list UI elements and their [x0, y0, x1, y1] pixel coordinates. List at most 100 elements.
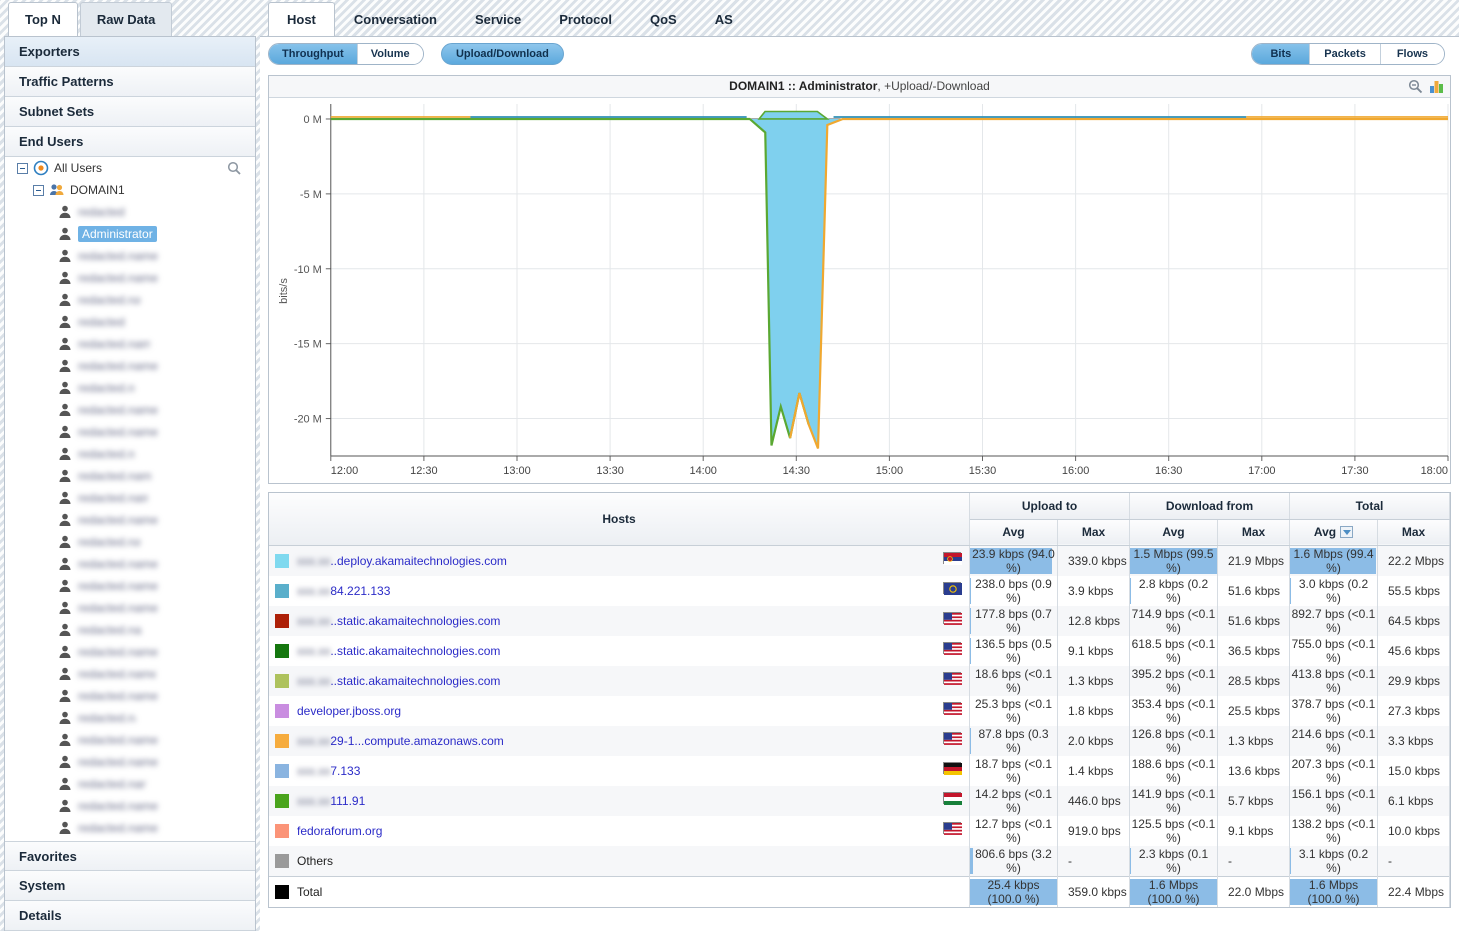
tab-protocol[interactable]: Protocol: [540, 2, 631, 36]
host-name[interactable]: ..static.akamaitechnologies.com: [330, 644, 500, 658]
col-download-max[interactable]: Max: [1217, 519, 1290, 546]
sidebar-section-traffic-patterns[interactable]: Traffic Patterns: [5, 67, 255, 97]
cell-host[interactable]: xxx.xx111.91: [269, 785, 970, 816]
tree-node-user[interactable]: redacted.name: [5, 619, 255, 641]
tree-node-user[interactable]: redacted.name: [5, 355, 255, 377]
pill-packets[interactable]: Packets: [1310, 44, 1381, 64]
tree-node-user[interactable]: redacted.name: [5, 289, 255, 311]
host-name[interactable]: 84.221.133: [330, 584, 390, 598]
tab-qos[interactable]: QoS: [631, 2, 696, 36]
table-row[interactable]: xxx.xx..deploy.akamaitechnologies.com 23.…: [269, 545, 1450, 576]
sidebar-section-favorites[interactable]: Favorites: [5, 841, 255, 871]
sidebar-section-end-users[interactable]: End Users: [5, 127, 255, 157]
sidebar-tab-top-n[interactable]: Top N: [8, 2, 78, 36]
tree-node-user[interactable]: redacted.name: [5, 641, 255, 663]
tree-node-user[interactable]: redacted.name: [5, 817, 255, 839]
user-tree[interactable]: All Users DOMAIN1 redacted Administrator…: [5, 157, 255, 839]
host-name[interactable]: ..static.akamaitechnologies.com: [330, 674, 500, 688]
tree-node-user[interactable]: redacted.name: [5, 487, 255, 509]
tree-node-user[interactable]: redacted.name: [5, 421, 255, 443]
tree-node-user[interactable]: redacted: [5, 201, 255, 223]
tab-host[interactable]: Host: [268, 2, 335, 36]
pill-bits[interactable]: Bits: [1252, 44, 1311, 64]
col-upload-avg[interactable]: Avg: [969, 519, 1058, 546]
tree-node-user[interactable]: redacted.name: [5, 575, 255, 597]
col-hosts[interactable]: Hosts: [269, 493, 970, 546]
pill-flows[interactable]: Flows: [1380, 44, 1444, 64]
pill-throughput[interactable]: Throughput: [269, 44, 358, 64]
table-row[interactable]: Others 806.6 bps (3.2 %) -2.3 kbps (0.1 %)…: [269, 845, 1450, 876]
tab-conversation[interactable]: Conversation: [335, 2, 456, 36]
tab-as[interactable]: AS: [696, 2, 752, 36]
table-row[interactable]: xxx.xx..static.akamaitechnologies.com 18.…: [269, 665, 1450, 696]
cell-host[interactable]: xxx.xx..static.akamaitechnologies.com: [269, 635, 970, 666]
tree-node-user[interactable]: redacted.name: [5, 531, 255, 553]
col-upload-max[interactable]: Max: [1057, 519, 1130, 546]
col-total-avg[interactable]: Avg: [1289, 519, 1378, 546]
table-row[interactable]: xxx.xx84.221.133 238.0 bps (0.9 %) 3.9 kbp…: [269, 575, 1450, 606]
host-name[interactable]: 111.91: [330, 794, 365, 808]
cell-host[interactable]: Total: [269, 875, 970, 907]
search-icon[interactable]: [227, 161, 241, 175]
host-name[interactable]: ..static.akamaitechnologies.com: [330, 614, 500, 628]
cell-host[interactable]: xxx.xx..deploy.akamaitechnologies.com: [269, 545, 970, 576]
tree-label-user: redacted.name: [78, 447, 134, 461]
tree-node-all-users[interactable]: All Users: [5, 157, 255, 179]
cell-host[interactable]: Others: [269, 845, 970, 876]
tree-expander-domain1[interactable]: [33, 184, 44, 196]
tree-node-user[interactable]: redacted.name: [5, 311, 255, 333]
tree-node-user[interactable]: redacted.name: [5, 553, 255, 575]
sidebar-section-system[interactable]: System: [5, 871, 255, 901]
host-name[interactable]: 7.133: [330, 764, 360, 778]
cell-host[interactable]: xxx.xx7.133: [269, 755, 970, 786]
table-row[interactable]: fedoraforum.org 12.7 bps (<0.1 %) 919.0 bp…: [269, 815, 1450, 846]
table-row[interactable]: xxx.xx..static.akamaitechnologies.com 177…: [269, 605, 1450, 636]
sort-desc-icon[interactable]: [1340, 526, 1354, 538]
tree-node-domain1[interactable]: DOMAIN1: [5, 179, 255, 201]
tree-node-user[interactable]: redacted.name: [5, 707, 255, 729]
table-row[interactable]: Total 25.4 kbps (100.0 %) 359.0 kbps 1.6 Mb…: [269, 875, 1450, 907]
tree-node-user[interactable]: redacted.name: [5, 597, 255, 619]
col-total-max[interactable]: Max: [1377, 519, 1450, 546]
col-download-avg[interactable]: Avg: [1129, 519, 1218, 546]
tree-node-user[interactable]: redacted.name: [5, 729, 255, 751]
table-row[interactable]: developer.jboss.org 25.3 bps (<0.1 %) 1.8 …: [269, 695, 1450, 726]
tree-node-user[interactable]: redacted.name: [5, 465, 255, 487]
tree-node-user[interactable]: redacted.name: [5, 333, 255, 355]
tree-node-user[interactable]: redacted.name: [5, 685, 255, 707]
host-name[interactable]: developer.jboss.org: [297, 704, 401, 718]
tree-node-user[interactable]: redacted.name: [5, 509, 255, 531]
tree-node-user[interactable]: redacted.name: [5, 443, 255, 465]
tree-node-user[interactable]: redacted.name: [5, 399, 255, 421]
host-name[interactable]: 29-1...compute.amazonaws.com: [330, 734, 503, 748]
pill-upload-download[interactable]: Upload/Download: [440, 43, 564, 65]
cell-host[interactable]: developer.jboss.org: [269, 695, 970, 726]
tree-node-user[interactable]: redacted.name: [5, 245, 255, 267]
table-row[interactable]: xxx.xx7.133 18.7 bps (<0.1 %) 1.4 kbps 188.…: [269, 755, 1450, 786]
table-row[interactable]: xxx.xx..static.akamaitechnologies.com 136…: [269, 635, 1450, 666]
sidebar-tab-raw-data[interactable]: Raw Data: [79, 2, 173, 36]
pill-volume[interactable]: Volume: [357, 44, 423, 64]
tree-node-user[interactable]: redacted.name: [5, 377, 255, 399]
sidebar-section-subnet-sets[interactable]: Subnet Sets: [5, 97, 255, 127]
tree-node-user[interactable]: redacted.name: [5, 267, 255, 289]
table-row[interactable]: xxx.xx111.91 14.2 bps (<0.1 %) 446.0 bps 14…: [269, 785, 1450, 816]
cell-host[interactable]: xxx.xx..static.akamaitechnologies.com: [269, 665, 970, 696]
sidebar-section-details[interactable]: Details: [5, 901, 255, 931]
host-name[interactable]: ..deploy.akamaitechnologies.com: [330, 554, 507, 568]
tree-node-user[interactable]: redacted.name: [5, 663, 255, 685]
table-row[interactable]: xxx.xx29-1...compute.amazonaws.com 87.8 b…: [269, 725, 1450, 756]
tab-service[interactable]: Service: [456, 2, 540, 36]
cell-host[interactable]: xxx.xx84.221.133: [269, 575, 970, 606]
sidebar-section-exporters[interactable]: Exporters: [5, 37, 255, 67]
tree-expander-all-users[interactable]: [17, 162, 28, 174]
tree-node-user-administrator[interactable]: Administrator: [5, 223, 255, 245]
tree-node-user[interactable]: redacted.name: [5, 751, 255, 773]
cell-host[interactable]: xxx.xx..static.akamaitechnologies.com: [269, 605, 970, 636]
tree-node-user[interactable]: redacted.name: [5, 795, 255, 817]
host-name[interactable]: fedoraforum.org: [297, 824, 382, 838]
cell-host[interactable]: xxx.xx29-1...compute.amazonaws.com: [269, 725, 970, 756]
cell-host[interactable]: fedoraforum.org: [269, 815, 970, 846]
chart-plot-area[interactable]: bits/s 0 M -5 M -10 M -15 M -20 M 12:00 12:30 1…: [269, 98, 1450, 483]
tree-node-user[interactable]: redacted.name: [5, 773, 255, 795]
